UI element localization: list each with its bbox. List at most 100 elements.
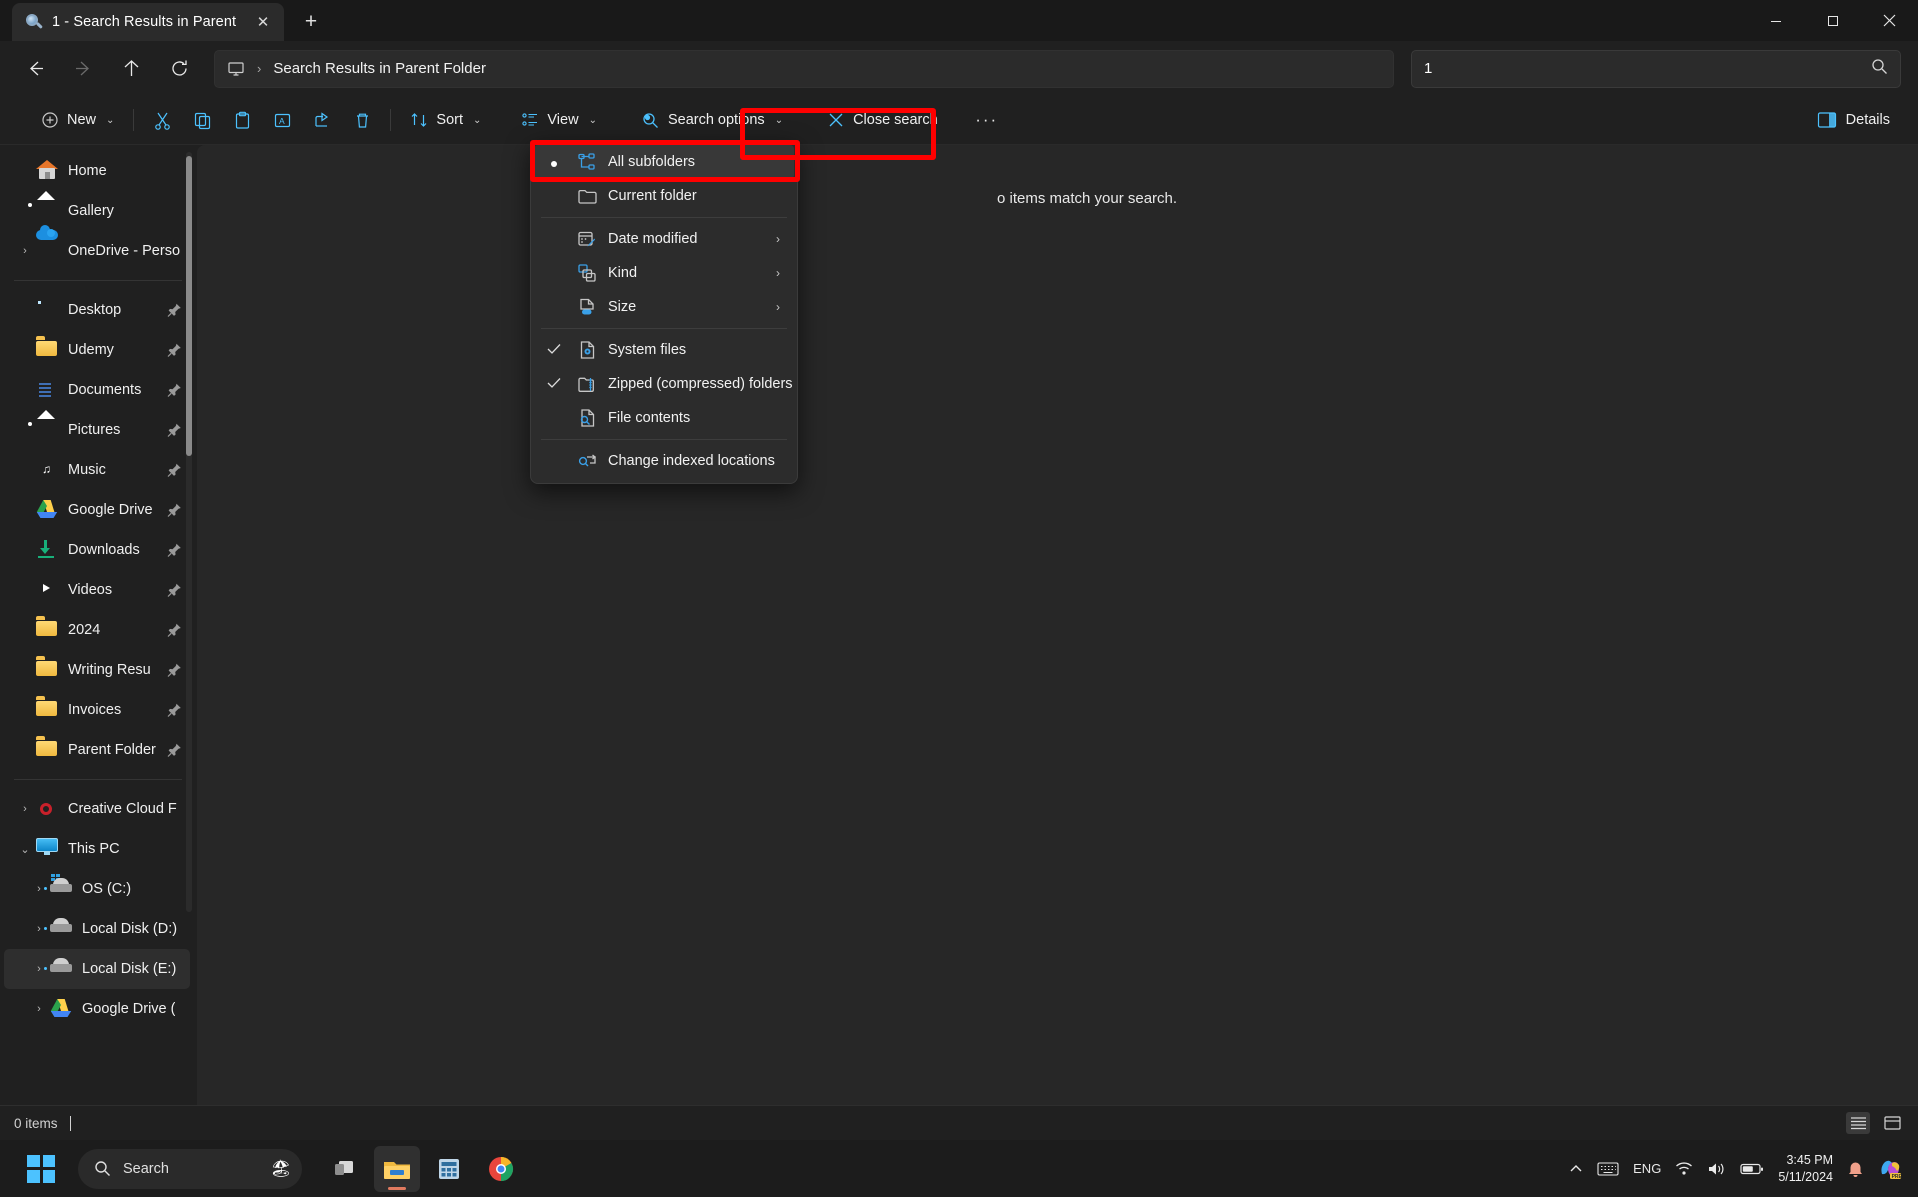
- pin-icon[interactable]: [167, 423, 182, 438]
- desktop-icon: [36, 299, 58, 321]
- sort-button[interactable]: Sort ⌄: [399, 102, 492, 138]
- chevron-down-icon[interactable]: ⌄: [14, 843, 36, 856]
- copy-button[interactable]: [182, 102, 222, 138]
- item-count: 0 items: [14, 1115, 58, 1131]
- pin-icon[interactable]: [167, 623, 182, 638]
- sidebar-item-desktop[interactable]: › Desktop: [4, 290, 190, 330]
- back-button[interactable]: [15, 49, 55, 89]
- magnifier-icon[interactable]: [1871, 58, 1888, 80]
- microsoft-store-button[interactable]: [426, 1146, 472, 1192]
- close-search-button[interactable]: Close search: [816, 102, 949, 138]
- menu-item-change-indexed-locations[interactable]: Change indexed locations: [534, 444, 794, 478]
- details-pane-button[interactable]: Details: [1807, 102, 1900, 138]
- sidebar-item-local-disk-d[interactable]: › Local Disk (D:): [4, 909, 190, 949]
- navigation-pane[interactable]: › Home › Gallery › OneDrive - Perso › Desktop › U…: [0, 145, 196, 1105]
- menu-item-date-modified[interactable]: Date modified ›: [534, 222, 794, 256]
- sidebar-item-onedrive-perso[interactable]: › OneDrive - Perso: [4, 225, 190, 271]
- chevron-right-icon[interactable]: ›: [14, 245, 36, 257]
- rename-button[interactable]: A: [262, 102, 302, 138]
- maximize-button[interactable]: [1804, 0, 1861, 41]
- close-button[interactable]: [1861, 0, 1918, 41]
- up-button[interactable]: [111, 49, 151, 89]
- language-indicator[interactable]: ENG: [1633, 1161, 1661, 1176]
- pin-icon[interactable]: [167, 383, 182, 398]
- clock[interactable]: 3:45 PM 5/11/2024: [1778, 1152, 1833, 1185]
- battery-icon[interactable]: [1740, 1162, 1764, 1176]
- svg-text:A: A: [279, 116, 285, 126]
- search-options-button[interactable]: Search options ⌄: [630, 102, 794, 138]
- menu-separator: [541, 439, 787, 440]
- new-tab-button[interactable]: +: [294, 5, 328, 39]
- list-view-icon[interactable]: [1880, 1112, 1904, 1134]
- task-view-button[interactable]: [322, 1146, 368, 1192]
- sidebar-item-this-pc[interactable]: ⌄ This PC: [4, 829, 190, 869]
- see-more-button[interactable]: ···: [967, 102, 1007, 138]
- delete-button[interactable]: [342, 102, 382, 138]
- file-explorer-button[interactable]: [374, 1145, 420, 1192]
- pin-icon[interactable]: [167, 503, 182, 518]
- sidebar-item-gallery[interactable]: › Gallery: [4, 191, 190, 231]
- pin-icon[interactable]: [167, 543, 182, 558]
- sidebar-item-google-drive[interactable]: › Google Drive (: [4, 989, 190, 1029]
- menu-item-kind[interactable]: Kind ›: [534, 256, 794, 290]
- share-button[interactable]: [302, 102, 342, 138]
- pin-icon[interactable]: [167, 463, 182, 478]
- refresh-button[interactable]: [159, 49, 199, 89]
- sidebar-item-local-disk-e[interactable]: › Local Disk (E:): [4, 949, 190, 989]
- sidebar-item-music[interactable]: › ♫ Music: [4, 450, 190, 490]
- sidebar-item-creative-cloud-f[interactable]: › Creative Cloud F: [4, 789, 190, 829]
- close-tab-button[interactable]: ✕: [250, 9, 276, 35]
- forward-button[interactable]: [63, 49, 103, 89]
- taskbar-search[interactable]: Search 🏖: [78, 1148, 302, 1189]
- show-hidden-icons-icon[interactable]: [1569, 1162, 1583, 1176]
- sidebar-scrollbar-thumb[interactable]: [186, 156, 192, 456]
- sidebar-item-google-drive[interactable]: › Google Drive: [4, 490, 190, 530]
- menu-item-size[interactable]: Size ›: [534, 290, 794, 324]
- sidebar-item-2024[interactable]: › 2024: [4, 610, 190, 650]
- paste-button[interactable]: [222, 102, 262, 138]
- touch-keyboard-icon[interactable]: [1597, 1161, 1619, 1177]
- pin-icon[interactable]: [167, 303, 182, 318]
- sidebar-item-udemy[interactable]: › Udemy: [4, 330, 190, 370]
- new-button[interactable]: New ⌄: [30, 102, 125, 138]
- chrome-button[interactable]: [478, 1146, 524, 1192]
- copilot-icon[interactable]: PRE: [1878, 1157, 1902, 1181]
- pin-icon[interactable]: [167, 343, 182, 358]
- wifi-icon[interactable]: [1675, 1161, 1693, 1176]
- system-tray: ENG 3:45 PM 5/11/2024 PRE: [1569, 1140, 1918, 1197]
- menu-item-file-contents[interactable]: File contents: [534, 401, 794, 435]
- sidebar-item-invoices[interactable]: › Invoices: [4, 690, 190, 730]
- pin-icon[interactable]: [167, 743, 182, 758]
- sidebar-item-videos[interactable]: › Videos: [4, 570, 190, 610]
- sidebar-item-os-c[interactable]: › OS (C:): [4, 869, 190, 909]
- sidebar-item-pictures[interactable]: › Pictures: [4, 410, 190, 450]
- close-search-label: Close search: [853, 112, 938, 128]
- minimize-button[interactable]: [1747, 0, 1804, 41]
- pin-icon[interactable]: [167, 703, 182, 718]
- cut-button[interactable]: [142, 102, 182, 138]
- detail-view-icon[interactable]: [1846, 1112, 1870, 1134]
- menu-item-current-folder[interactable]: Current folder: [534, 179, 794, 213]
- pin-icon[interactable]: [167, 663, 182, 678]
- menu-item-zipped-compressed-folders[interactable]: Zipped (compressed) folders: [534, 367, 794, 401]
- notification-bell-icon[interactable]: [1847, 1160, 1864, 1178]
- address-bar[interactable]: › Search Results in Parent Folder: [214, 49, 1394, 88]
- pin-icon[interactable]: [167, 583, 182, 598]
- browser-tab[interactable]: 1 - Search Results in Parent Fol ✕: [12, 3, 284, 41]
- view-button[interactable]: View ⌄: [510, 102, 608, 138]
- start-button[interactable]: [18, 1146, 64, 1192]
- chevron-right-icon[interactable]: ›: [28, 1003, 50, 1015]
- sidebar-item-writing-resu[interactable]: › Writing Resu: [4, 650, 190, 690]
- sidebar-item-documents[interactable]: › Documents: [4, 370, 190, 410]
- volume-icon[interactable]: [1707, 1161, 1726, 1177]
- sidebar-item-parent-folder[interactable]: › Parent Folder: [4, 730, 190, 770]
- sidebar-item-home[interactable]: › Home: [4, 151, 190, 191]
- clock-date: 5/11/2024: [1778, 1169, 1833, 1184]
- chevron-right-icon[interactable]: ›: [14, 803, 36, 815]
- menu-item-all-subfolders[interactable]: All subfolders: [534, 145, 794, 179]
- search-input[interactable]: 1: [1411, 49, 1901, 88]
- menu-item-system-files[interactable]: System files: [534, 333, 794, 367]
- file-list-area[interactable]: o items match your search.: [197, 145, 1918, 1105]
- search-options-menu[interactable]: All subfolders Current folder Date modifie…: [530, 140, 798, 484]
- sidebar-item-downloads[interactable]: › Downloads: [4, 530, 190, 570]
